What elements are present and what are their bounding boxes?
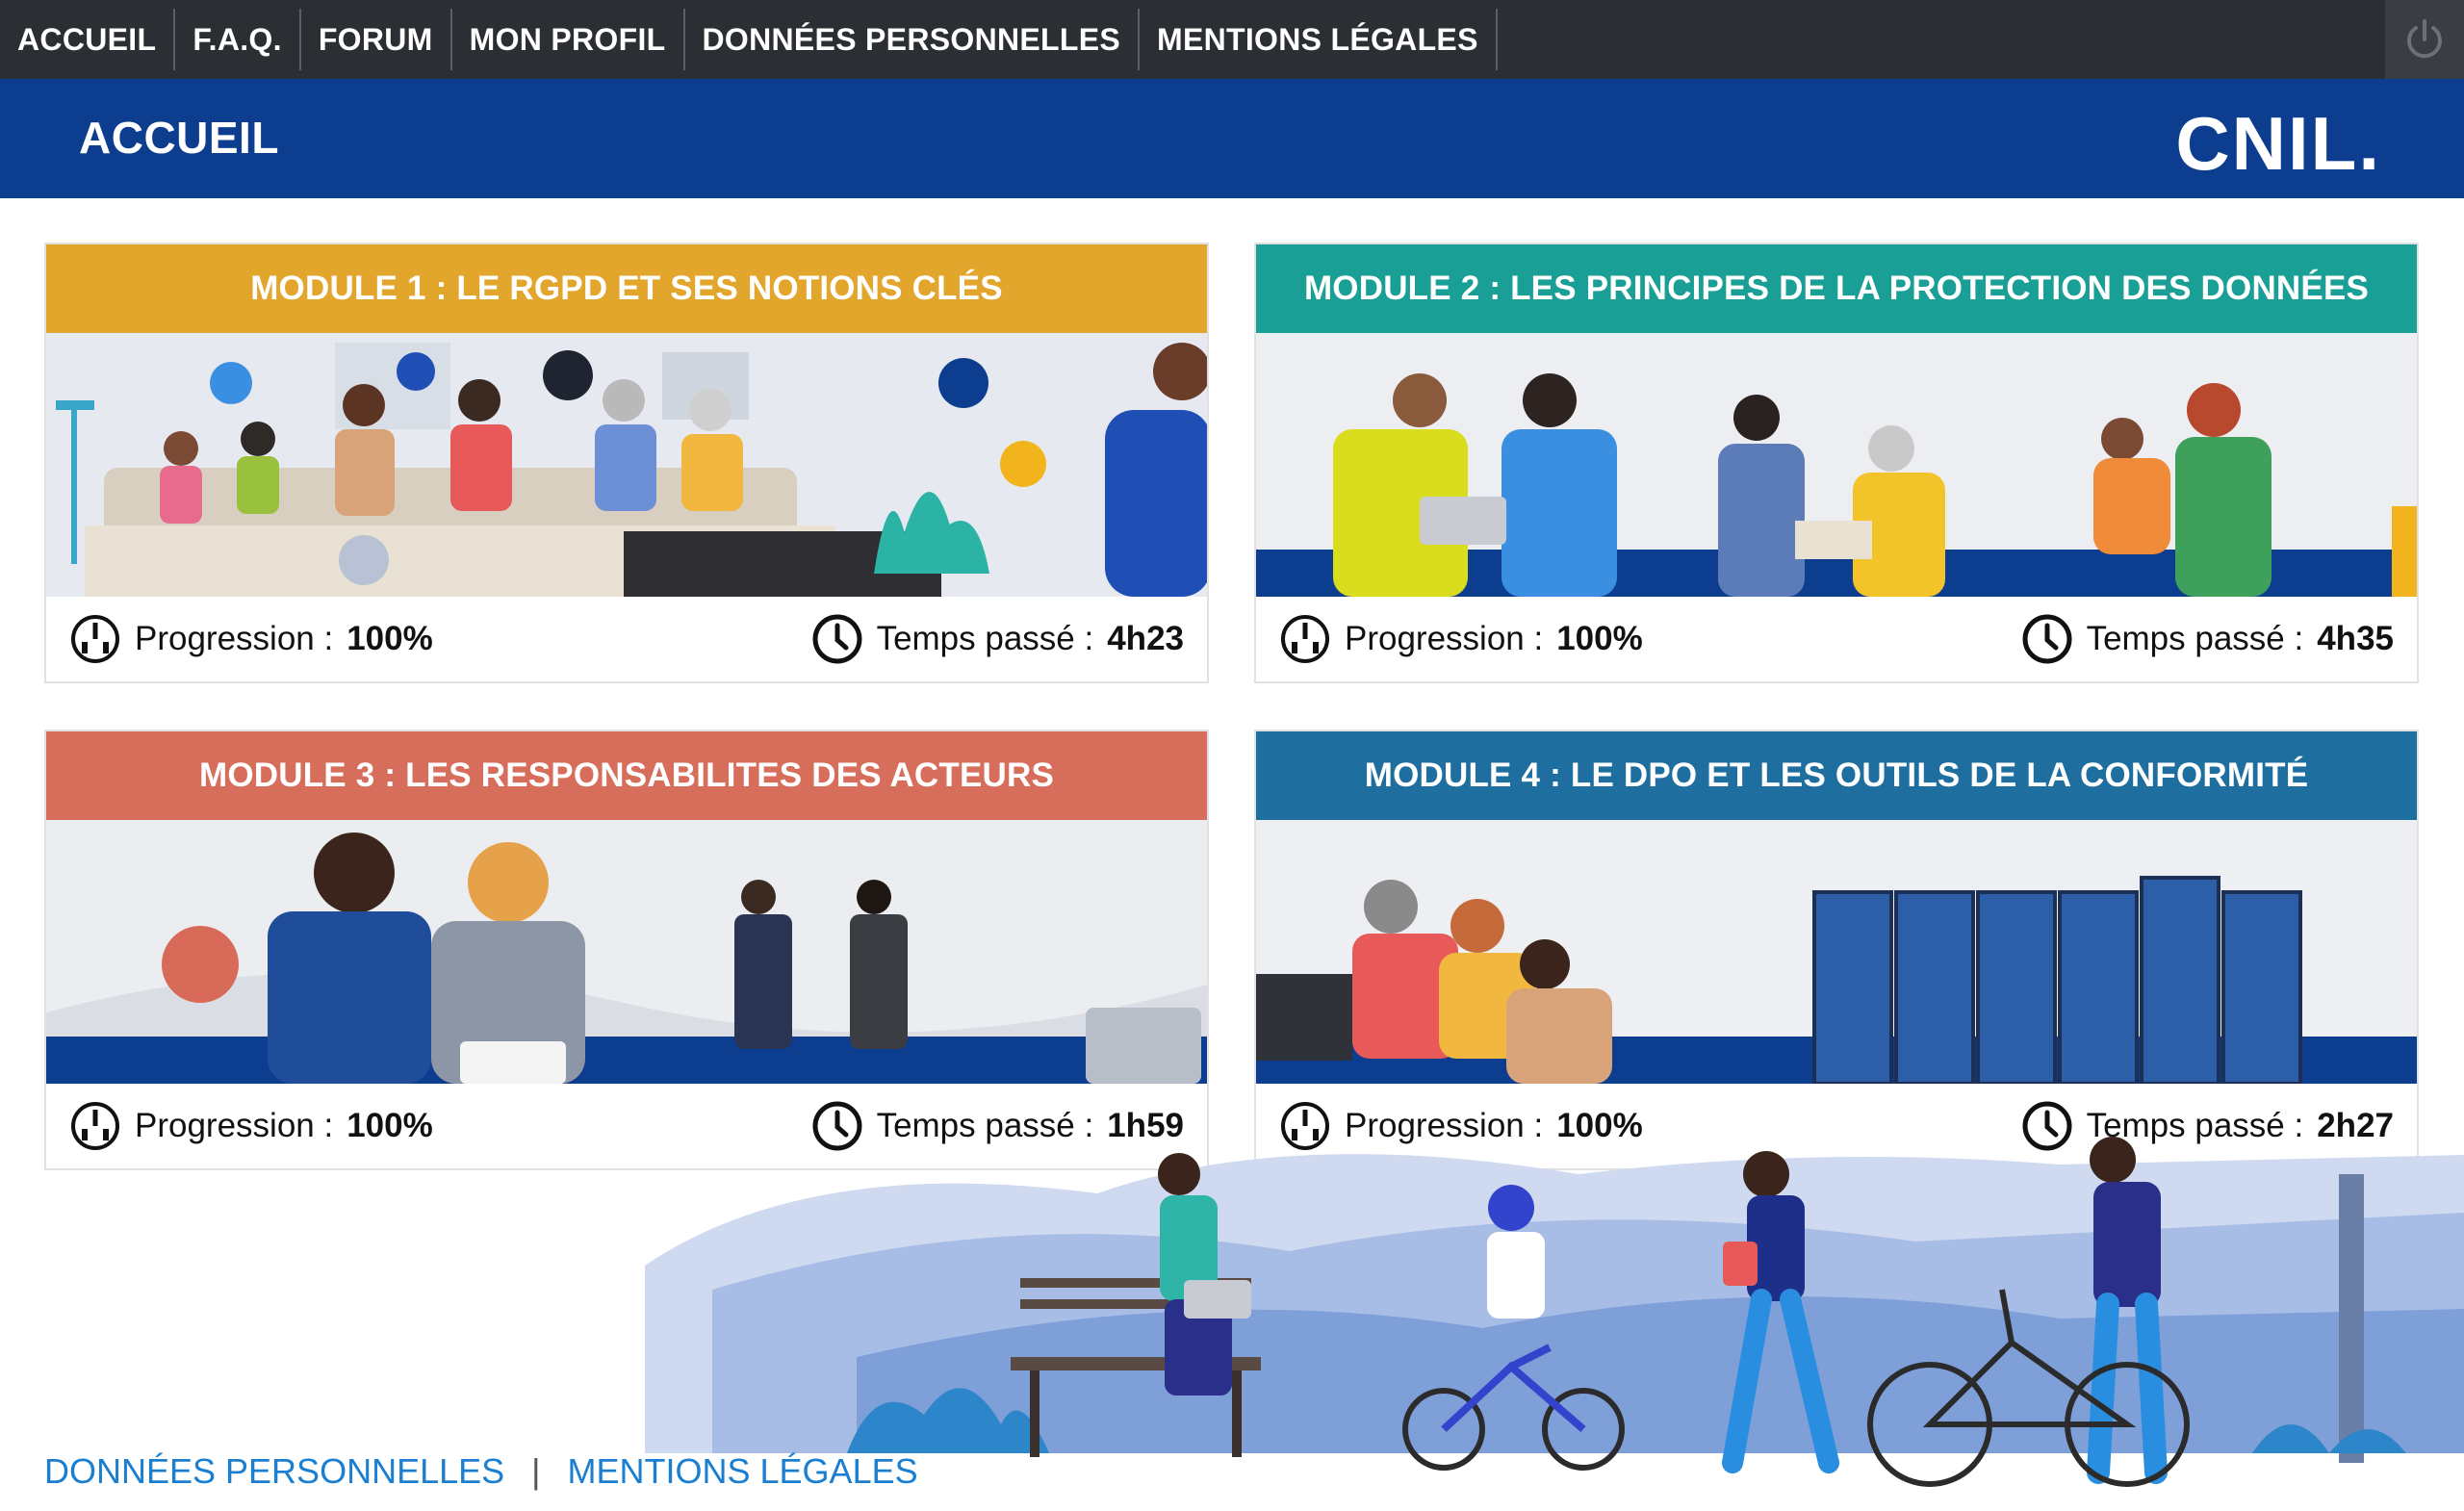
footer-link-donnees-personnelles[interactable]: DONNÉES PERSONNELLES bbox=[44, 1451, 504, 1492]
progress-stat: Progression : 100% bbox=[1279, 613, 1643, 665]
progress-value: 100% bbox=[346, 1107, 433, 1144]
footer-separator: | bbox=[531, 1451, 541, 1491]
progress-value: 100% bbox=[1556, 620, 1643, 657]
page-title: ACCUEIL bbox=[79, 113, 279, 163]
module-title: MODULE 2 : LES PRINCIPES DE LA PROTECTIO… bbox=[1256, 244, 2417, 333]
module-title: MODULE 1 : LE RGPD ET SES NOTIONS CLÉS bbox=[46, 244, 1207, 333]
nav-item-mon-profil[interactable]: MON PROFIL bbox=[452, 9, 685, 70]
module-footer: Progression : 100% Temps passé : 4h35 bbox=[1256, 597, 2417, 681]
logout-button[interactable] bbox=[2385, 0, 2464, 79]
time-stat: Temps passé : 4h35 bbox=[2021, 613, 2394, 665]
clock-icon bbox=[2022, 614, 2072, 664]
footer-link-mentions-legales[interactable]: MENTIONS LÉGALES bbox=[568, 1451, 918, 1492]
progress-label: Progression : bbox=[135, 1107, 334, 1144]
progress-stat: Progression : 100% bbox=[69, 613, 433, 665]
page-header: ACCUEIL CNIL. bbox=[0, 79, 2464, 198]
clock-icon bbox=[812, 614, 862, 664]
module-title: MODULE 4 : LE DPO ET LES OUTILS DE LA CO… bbox=[1256, 731, 2417, 820]
module-card-3[interactable]: MODULE 3 : LES RESPONSABILITES DES ACTEU… bbox=[44, 730, 1209, 1170]
module-illustration bbox=[1256, 333, 2417, 597]
progress-label: Progression : bbox=[135, 620, 334, 657]
gauge-icon bbox=[71, 615, 119, 663]
module-card-4[interactable]: MODULE 4 : LE DPO ET LES OUTILS DE LA CO… bbox=[1254, 730, 2419, 1170]
time-value: 4h35 bbox=[2317, 620, 2394, 657]
module-illustration bbox=[46, 333, 1207, 597]
nav-item-mentions-legales[interactable]: MENTIONS LÉGALES bbox=[1140, 9, 1498, 70]
time-value: 4h23 bbox=[1107, 620, 1184, 657]
module-footer: Progression : 100% Temps passé : 4h23 bbox=[46, 597, 1207, 681]
gauge-icon bbox=[1281, 615, 1329, 663]
gauge-icon bbox=[71, 1102, 119, 1150]
footer-links: DONNÉES PERSONNELLES | MENTIONS LÉGALES bbox=[44, 1451, 918, 1492]
time-stat: Temps passé : 4h23 bbox=[811, 613, 1184, 665]
progress-value: 100% bbox=[346, 620, 433, 657]
top-navigation: ACCUEIL F.A.Q. FORUM MON PROFIL DONNÉES … bbox=[0, 0, 2464, 79]
module-card-2[interactable]: MODULE 2 : LES PRINCIPES DE LA PROTECTIO… bbox=[1254, 243, 2419, 683]
progress-stat: Progression : 100% bbox=[69, 1100, 433, 1152]
nav-item-faq[interactable]: F.A.Q. bbox=[175, 9, 301, 70]
nav-item-accueil[interactable]: ACCUEIL bbox=[0, 9, 176, 70]
module-illustration bbox=[46, 820, 1207, 1084]
module-illustration bbox=[1256, 820, 2417, 1084]
nav-item-forum[interactable]: FORUM bbox=[301, 9, 452, 70]
time-label: Temps passé : bbox=[876, 620, 1094, 657]
module-card-1[interactable]: MODULE 1 : LE RGPD ET SES NOTIONS CLÉS P… bbox=[44, 243, 1209, 683]
power-icon bbox=[2407, 19, 2442, 59]
progress-label: Progression : bbox=[1345, 620, 1544, 657]
time-label: Temps passé : bbox=[2086, 620, 2304, 657]
module-title: MODULE 3 : LES RESPONSABILITES DES ACTEU… bbox=[46, 731, 1207, 820]
nav-item-donnees-personnelles[interactable]: DONNÉES PERSONNELLES bbox=[685, 9, 1141, 70]
cnil-logo: CNIL. bbox=[2175, 101, 2381, 186]
